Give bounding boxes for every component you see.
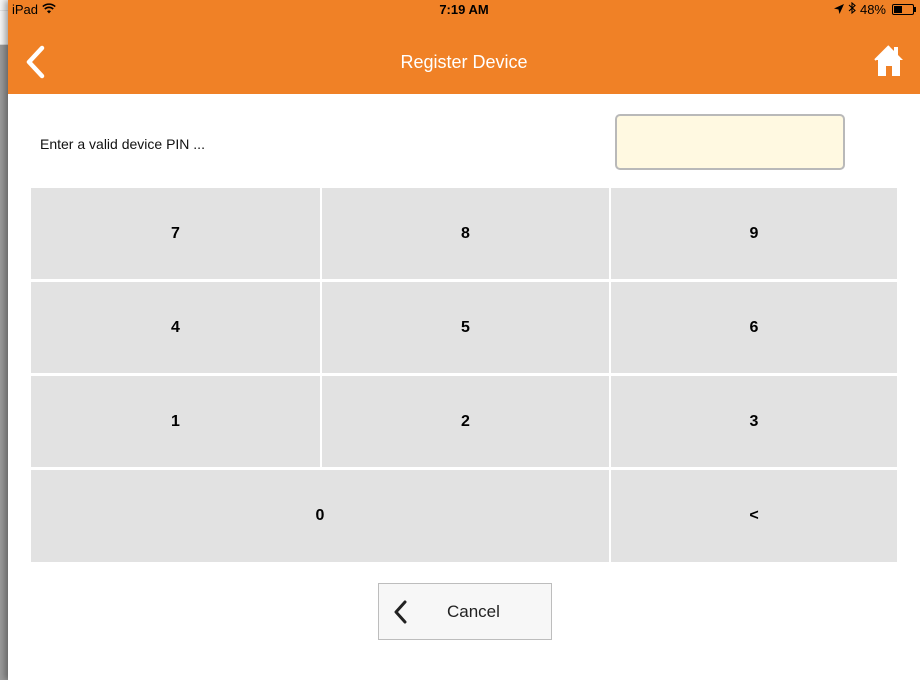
location-arrow-icon — [833, 2, 844, 17]
key-5[interactable]: 5 — [322, 282, 609, 373]
cancel-button[interactable]: Cancel — [378, 583, 552, 640]
key-1[interactable]: 1 — [31, 376, 320, 467]
keypad: 7 8 9 4 5 6 1 2 3 0 < — [31, 188, 897, 562]
key-6[interactable]: 6 — [611, 282, 897, 373]
key-3[interactable]: 3 — [611, 376, 897, 467]
cancel-label: Cancel — [447, 602, 500, 621]
key-0[interactable]: 0 — [31, 470, 609, 562]
home-button[interactable] — [874, 44, 904, 78]
nav-bar: Register Device — [8, 20, 920, 94]
ipad-screen: iPad 7:19 AM 48% Register Device Enter a… — [8, 0, 920, 680]
page-title: Register Device — [400, 52, 528, 72]
pin-input[interactable] — [615, 114, 845, 170]
home-icon — [874, 45, 903, 76]
status-bar: iPad 7:19 AM 48% — [8, 0, 920, 20]
key-2[interactable]: 2 — [322, 376, 609, 467]
chevron-left-icon — [393, 600, 409, 629]
key-7[interactable]: 7 — [31, 188, 320, 279]
status-right: 48% — [833, 1, 916, 17]
battery-percent: 48% — [859, 2, 886, 17]
key-8[interactable]: 8 — [322, 188, 609, 279]
key-4[interactable]: 4 — [31, 282, 320, 373]
key-9[interactable]: 9 — [611, 188, 897, 279]
pin-prompt: Enter a valid device PIN ... — [40, 136, 205, 152]
battery-icon — [892, 4, 916, 15]
status-time: 7:19 AM — [439, 2, 489, 17]
bluetooth-icon — [848, 1, 856, 17]
backspace-key[interactable]: < — [611, 470, 897, 562]
